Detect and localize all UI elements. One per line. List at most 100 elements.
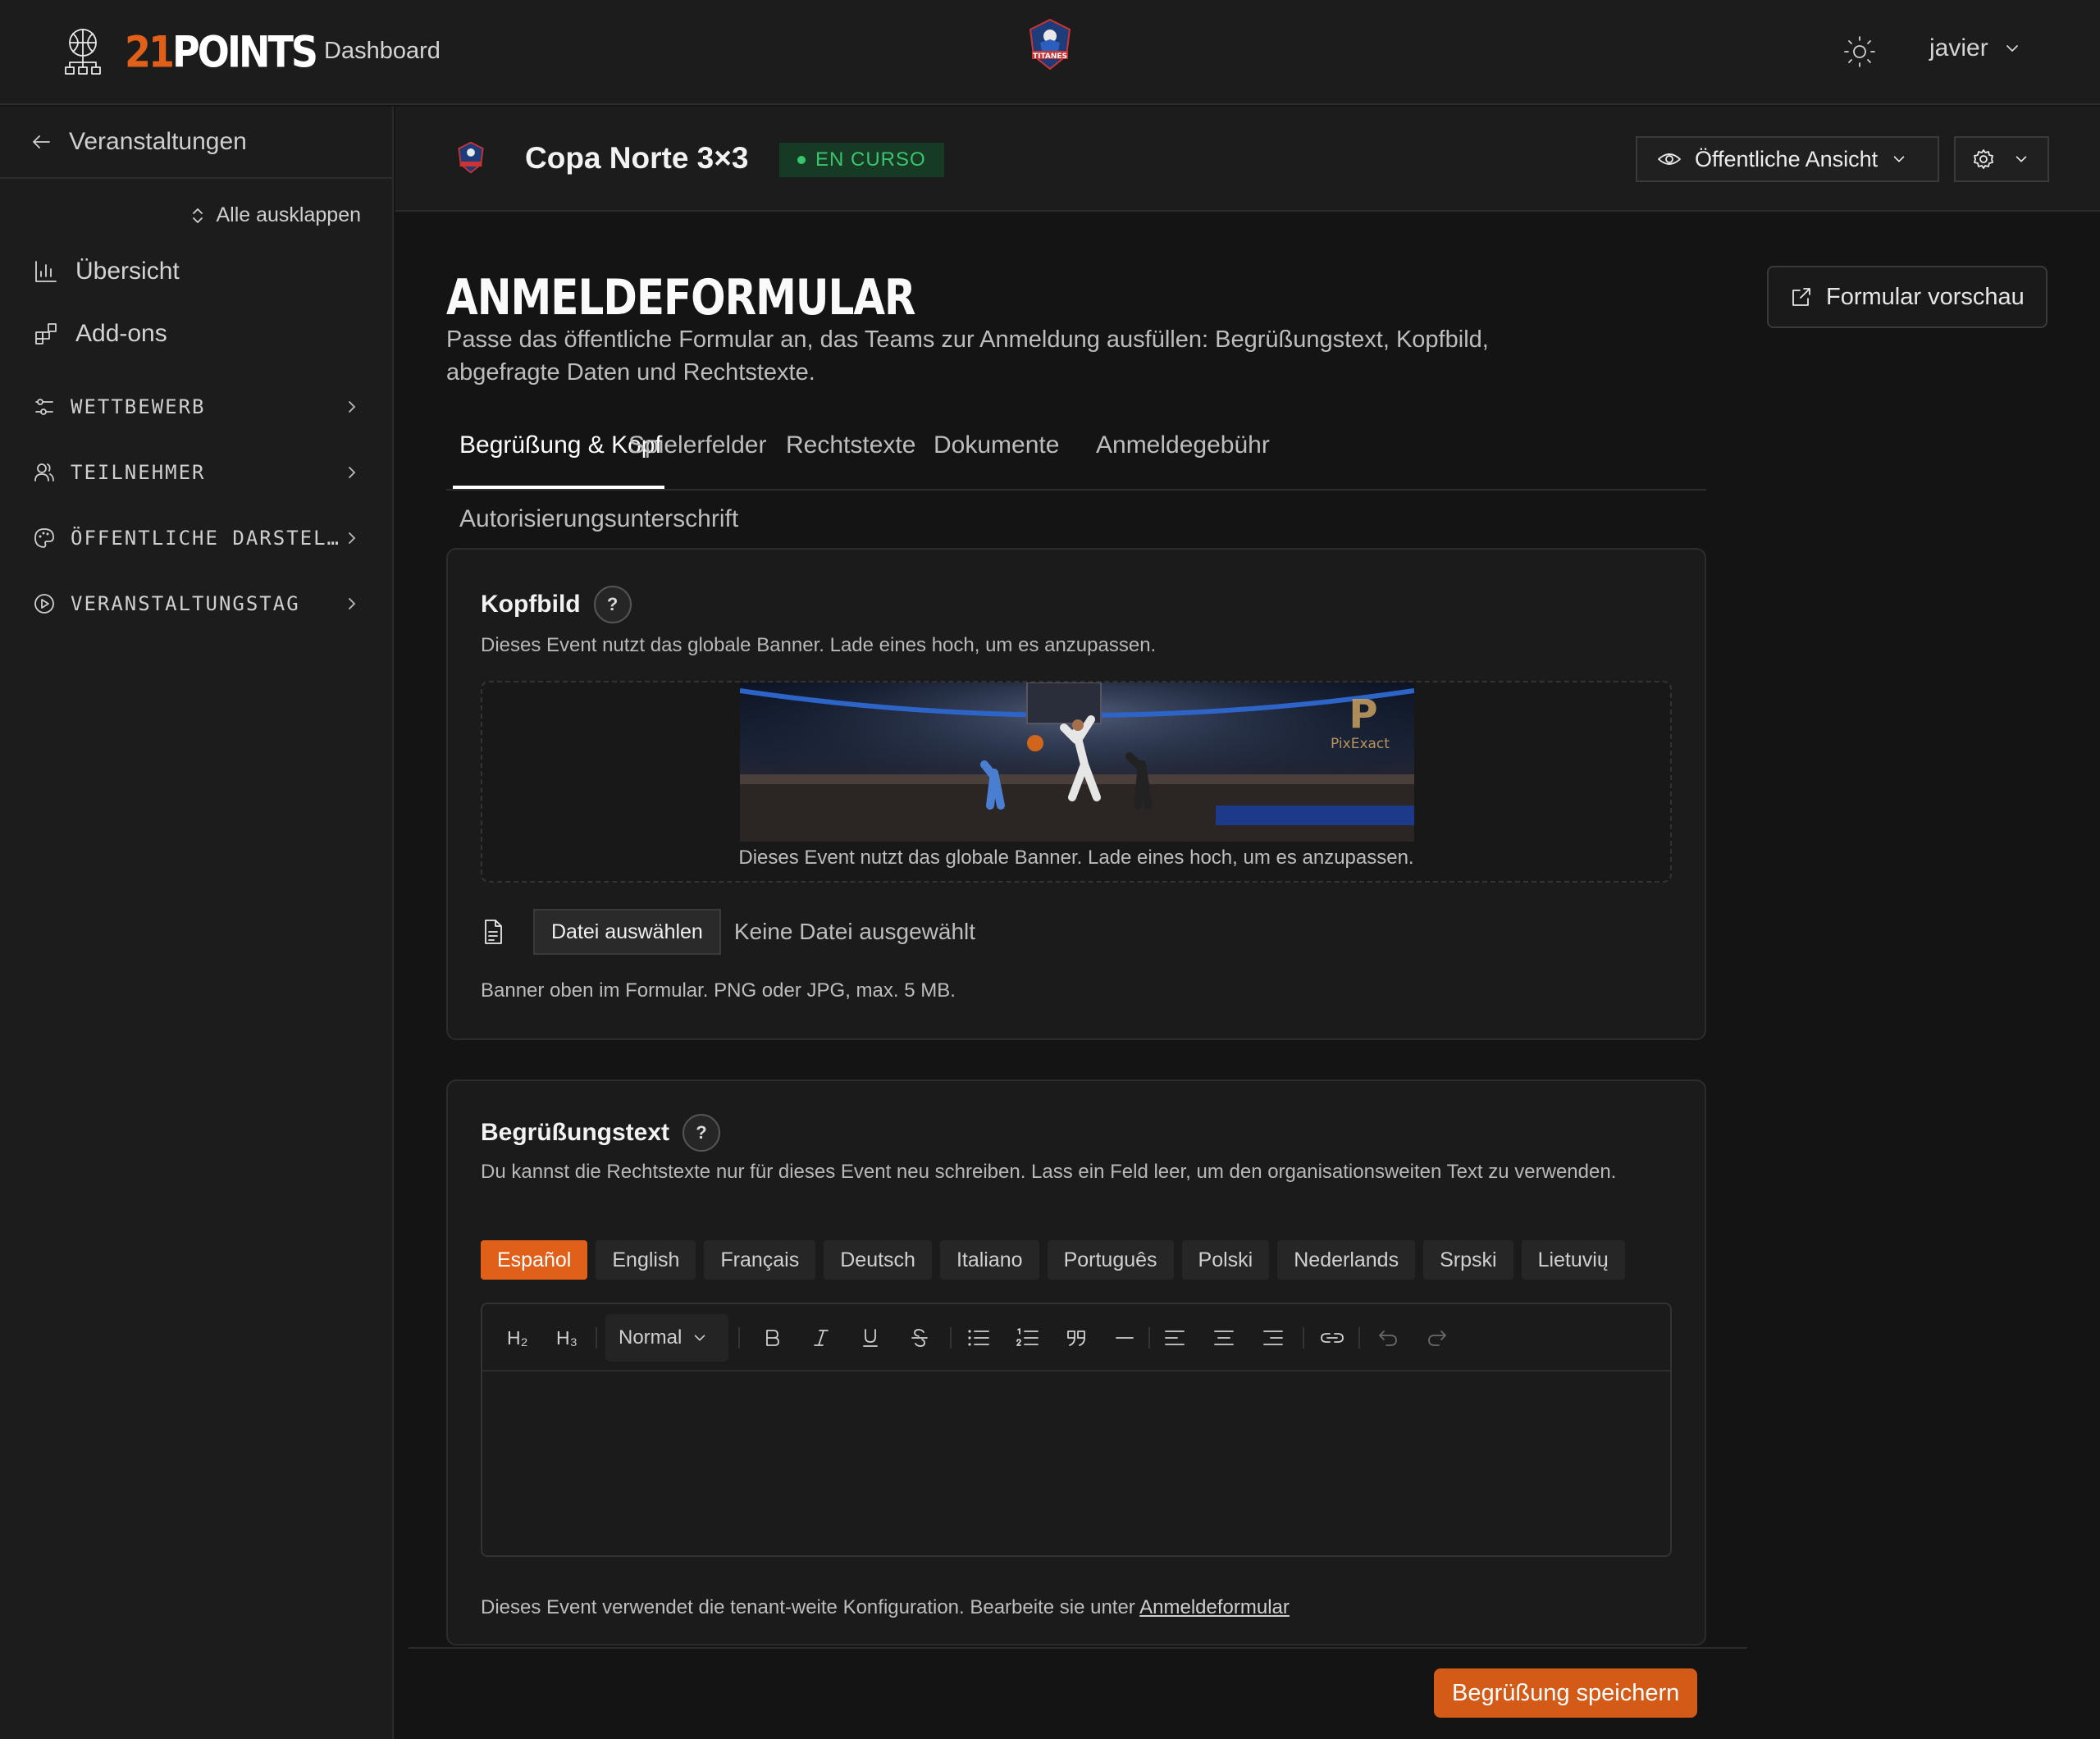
sidebar-item-overview[interactable]: Übersicht	[33, 258, 180, 285]
toolbar-divider	[950, 1327, 952, 1349]
language-tab[interactable]: English	[596, 1240, 696, 1280]
choose-file-button[interactable]: Datei auswählen	[533, 909, 721, 955]
sidebar-item-label: Übersicht	[75, 258, 180, 285]
ordered-list-icon[interactable]	[1016, 1304, 1040, 1372]
main-content: ANMELDEFORMULAR Passe das öffentliche Fo…	[395, 213, 2100, 1739]
language-tab[interactable]: Nederlands	[1277, 1240, 1416, 1280]
editor-toolbar: H₂ H₃ Normal	[482, 1304, 1670, 1372]
chevron-right-icon	[343, 463, 361, 482]
language-tab[interactable]: Lietuvių	[1521, 1240, 1625, 1280]
redo-icon[interactable]	[1426, 1304, 1449, 1372]
event-logo-icon	[453, 139, 489, 176]
sun-icon[interactable]	[1842, 34, 1877, 69]
play-circle-icon	[33, 592, 56, 615]
language-tab[interactable]: Italiano	[939, 1240, 1039, 1280]
sidebar-section-competition[interactable]: WETTBEWERB	[33, 395, 361, 418]
block-style-value: Normal	[619, 1326, 682, 1349]
settings-menu-button[interactable]	[1954, 136, 2049, 182]
sidebar-section-label: ÖFFENTLICHE DARSTEL…	[71, 527, 340, 550]
tab-legal-texts[interactable]: Rechtstexte	[786, 431, 915, 459]
link-icon[interactable]	[1319, 1304, 1345, 1372]
bold-icon[interactable]	[761, 1304, 783, 1372]
back-label: Veranstaltungen	[69, 128, 247, 155]
bullet-list-icon[interactable]	[966, 1304, 991, 1372]
chevron-down-icon	[2013, 151, 2029, 167]
add-ons-icon	[33, 321, 59, 347]
external-link-icon	[1790, 285, 1813, 308]
sidebar-section-label: WETTBEWERB	[71, 395, 206, 418]
strikethrough-icon[interactable]	[909, 1304, 930, 1372]
expand-all-button[interactable]: Alle ausklappen	[189, 203, 361, 227]
sidebar-section-public-display[interactable]: ÖFFENTLICHE DARSTEL…	[33, 527, 361, 550]
palette-icon	[33, 527, 56, 550]
chevron-down-icon	[2003, 39, 2021, 57]
file-picker: Datei auswählen Keine Datei ausgewählt	[481, 909, 975, 955]
user-name: javier	[1929, 34, 1988, 62]
heading-2-button[interactable]: H₂	[507, 1304, 528, 1372]
align-center-icon[interactable]	[1212, 1304, 1235, 1372]
brand-name: 21POINTS	[125, 25, 318, 78]
banner-watermark: PixExact	[1331, 736, 1390, 752]
language-tab[interactable]: Español	[481, 1240, 588, 1280]
public-view-button[interactable]: Öffentliche Ansicht	[1636, 136, 1939, 182]
toolbar-divider	[1358, 1327, 1360, 1349]
banner-dropzone[interactable]: P PixExact Dieses Event nutzt das global…	[481, 681, 1672, 883]
help-icon[interactable]: ?	[682, 1114, 721, 1152]
horizontal-rule-icon[interactable]	[1114, 1304, 1135, 1372]
language-tab[interactable]: Português	[1047, 1240, 1174, 1280]
eye-icon	[1657, 147, 1682, 171]
header-image-card: Kopfbild ? Dieses Event nutzt das global…	[446, 548, 1706, 1040]
rich-text-editor: H₂ H₃ Normal	[481, 1303, 1672, 1557]
tab-documents[interactable]: Dokumente	[934, 431, 1059, 459]
tab-registration-fee[interactable]: Anmeldegebühr	[1096, 431, 1270, 459]
sliders-icon	[33, 395, 56, 418]
language-tab[interactable]: Srpski	[1423, 1240, 1513, 1280]
sidebar-item-add-ons[interactable]: Add-ons	[33, 320, 167, 348]
svg-text:P: P	[1349, 691, 1377, 737]
align-left-icon[interactable]	[1163, 1304, 1186, 1372]
language-tab[interactable]: Deutsch	[824, 1240, 932, 1280]
header-image-title-row: Kopfbild ?	[481, 586, 632, 623]
user-menu[interactable]: javier	[1929, 34, 2021, 62]
chevron-right-icon	[343, 529, 361, 547]
language-tab[interactable]: Polski	[1181, 1240, 1270, 1280]
dashboard-link[interactable]: Dashboard	[324, 38, 441, 65]
heading-3-button[interactable]: H₃	[556, 1304, 578, 1372]
sidebar-section-participants[interactable]: TEILNEHMER	[33, 461, 361, 484]
undo-icon[interactable]	[1376, 1304, 1399, 1372]
card-subtitle: Dieses Event nutzt das globale Banner. L…	[481, 634, 1157, 656]
toolbar-divider	[596, 1327, 597, 1349]
blockquote-icon[interactable]	[1065, 1304, 1089, 1372]
sidebar-item-label: Add-ons	[75, 320, 167, 347]
italic-icon[interactable]	[810, 1304, 832, 1372]
card-title: Kopfbild	[481, 591, 581, 618]
page-description: Passe das öffentliche Formular an, das T…	[446, 326, 1489, 386]
chevron-right-icon	[343, 398, 361, 416]
registration-form-link[interactable]: Anmeldeformular	[1139, 1596, 1290, 1618]
form-preview-button[interactable]: Formular vorschau	[1767, 266, 2048, 328]
block-style-select[interactable]: Normal	[605, 1314, 728, 1362]
brand-logo[interactable]: 21POINTS	[57, 25, 318, 78]
align-right-icon[interactable]	[1262, 1304, 1285, 1372]
tab-authorization-signature[interactable]: Autorisierungsunterschrift	[459, 505, 738, 533]
welcome-title-row: Begrüßungstext ?	[481, 1114, 721, 1152]
expand-all-label: Alle ausklappen	[216, 203, 361, 226]
file-icon	[481, 918, 505, 946]
form-preview-label: Formular vorschau	[1826, 283, 2025, 310]
sidebar-section-label: TEILNEHMER	[71, 461, 206, 484]
sidebar: Veranstaltungen Alle ausklappen Übersich…	[0, 107, 394, 1739]
save-welcome-button[interactable]: Begrüßung speichern	[1434, 1668, 1698, 1718]
underline-icon[interactable]	[860, 1304, 881, 1372]
event-header: Copa Norte 3×3 EN CURSO Öffentliche Ansi…	[395, 107, 2100, 212]
status-label: EN CURSO	[815, 148, 926, 171]
help-icon[interactable]: ?	[593, 586, 632, 623]
tab-player-fields[interactable]: Spielerfelder	[628, 431, 766, 459]
back-to-events[interactable]: Veranstaltungen	[0, 107, 392, 179]
sidebar-section-event-day[interactable]: VERANSTALTUNGSTAG	[33, 592, 361, 615]
language-tab[interactable]: Français	[704, 1240, 816, 1280]
language-tabs: Español English Français Deutsch Italian…	[481, 1240, 1625, 1280]
top-bar: 21POINTS Dashboard TITANES javier	[0, 0, 2100, 105]
banner-image: P PixExact	[740, 682, 1414, 842]
event-title: Copa Norte 3×3	[525, 141, 749, 175]
bar-chart-icon	[33, 258, 59, 285]
